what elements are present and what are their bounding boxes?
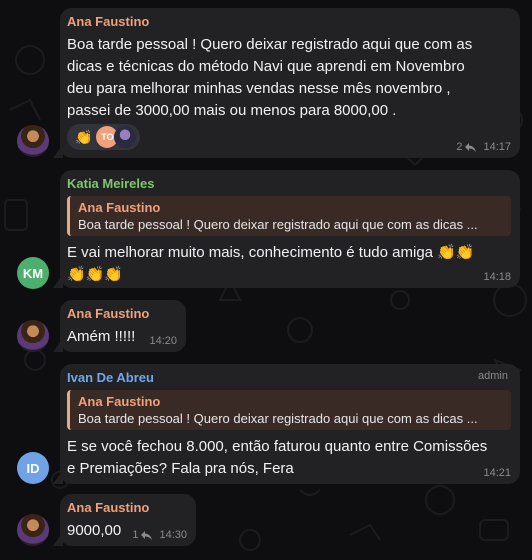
message-bubble[interactable]: Katia Meireles Ana Faustino Boa tarde pe… xyxy=(60,170,520,288)
avatar[interactable] xyxy=(17,320,49,352)
message-text: Amém !!!!! xyxy=(67,328,136,345)
quote-text: Boa tarde pessoal ! Quero deixar registr… xyxy=(78,217,478,232)
avatar[interactable]: KM xyxy=(17,257,49,289)
avatar[interactable]: ID xyxy=(17,452,49,484)
reply-icon[interactable] xyxy=(141,530,153,540)
sender-name[interactable]: Katia Meireles xyxy=(67,176,154,191)
quote-text: Boa tarde pessoal ! Quero deixar registr… xyxy=(78,411,478,426)
message-bubble[interactable]: Ana Faustino 9000,00 1 14:30 xyxy=(60,494,196,546)
message-bubble[interactable]: Ivan De Abreu admin Ana Faustino Boa tar… xyxy=(60,364,520,484)
message-time: 14:30 xyxy=(159,529,187,541)
reply-count[interactable]: 2 xyxy=(456,141,462,153)
message-bubble[interactable]: Ana Faustino Amém !!!!! 14:20 xyxy=(60,300,186,352)
reply-icon[interactable] xyxy=(465,142,477,152)
message-meta: 1 14:30 xyxy=(132,529,187,541)
clap-emoji: 👏 xyxy=(75,128,93,145)
sender-name[interactable]: Ana Faustino xyxy=(67,306,149,321)
sender-name[interactable]: Ana Faustino xyxy=(67,14,149,29)
message-text: Boa tarde pessoal ! Quero deixar registr… xyxy=(67,36,473,119)
reactor-avatar-photo xyxy=(114,126,137,148)
sender-name[interactable]: Ana Faustino xyxy=(67,500,149,515)
message-text: E vai melhorar muito mais, conhecimento … xyxy=(67,244,475,283)
reply-quote[interactable]: Ana Faustino Boa tarde pessoal ! Quero d… xyxy=(67,390,511,430)
admin-badge: admin xyxy=(478,370,508,382)
quote-sender: Ana Faustino xyxy=(78,200,161,215)
message-time: 14:17 xyxy=(483,141,511,153)
reactions-bar[interactable]: 👏 TO xyxy=(67,124,141,150)
message-time: 14:18 xyxy=(483,271,511,283)
quote-sender: Ana Faustino xyxy=(78,394,161,409)
message-meta: 14:20 xyxy=(149,335,177,347)
reply-quote[interactable]: Ana Faustino Boa tarde pessoal ! Quero d… xyxy=(67,196,511,236)
message-time: 14:20 xyxy=(149,335,177,347)
sender-name[interactable]: Ivan De Abreu xyxy=(67,370,154,385)
message-text: E se você fechou 8.000, então faturou qu… xyxy=(67,438,488,477)
message-meta: 14:21 xyxy=(483,467,511,479)
chat-message-list: Ana Faustino Boa tarde pessoal ! Quero d… xyxy=(0,0,532,560)
reaction-clap[interactable]: 👏 TO xyxy=(67,124,141,150)
message-text: 9000,00 xyxy=(67,522,122,539)
message-time: 14:21 xyxy=(483,467,511,479)
message-bubble[interactable]: Ana Faustino Boa tarde pessoal ! Quero d… xyxy=(60,8,520,158)
avatar[interactable] xyxy=(17,514,49,546)
reply-count[interactable]: 1 xyxy=(132,529,138,541)
avatar[interactable] xyxy=(17,125,49,157)
message-meta: 14:18 xyxy=(483,271,511,283)
message-meta: 2 14:17 xyxy=(456,141,511,153)
